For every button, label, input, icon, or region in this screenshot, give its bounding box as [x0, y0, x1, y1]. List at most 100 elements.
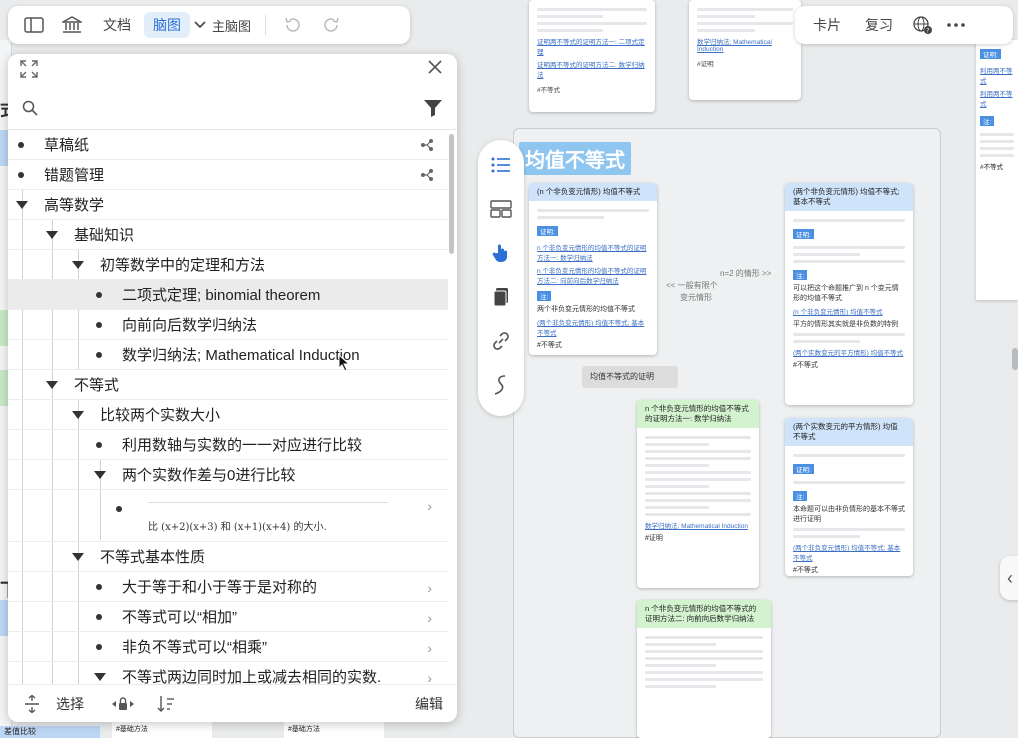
outline-item[interactable]: 数学归纳法; Mathematical Induction — [8, 340, 448, 370]
canvas-node-fragment[interactable]: #基础方法 — [112, 720, 212, 738]
math-card[interactable]: n 个非负变元情形的均值不等式的证明方法二: 向前向后数学归纳法 — [637, 600, 771, 738]
document-copy-icon[interactable] — [486, 282, 516, 312]
chevron-right-icon[interactable]: › — [427, 670, 432, 684]
collapse-triangle-icon[interactable] — [94, 470, 106, 479]
card-link[interactable]: n 个非负变元情形的均值不等式的证明方法二: 向前向后数学归纳法 — [537, 265, 649, 285]
svg-text:?: ? — [926, 28, 929, 35]
math-card[interactable]: (n 个非负变元情形) 均值不等式 证明: n 个非负变元情形的均值不等式的证明… — [529, 183, 657, 355]
outline-item[interactable]: 初等数学中的定理和方法 — [8, 250, 448, 280]
card-link[interactable]: 利用两不等式 — [980, 88, 1014, 108]
canvas-node-fragment[interactable]: 差值比较 — [0, 726, 100, 738]
collapse-triangle-icon[interactable] — [72, 552, 84, 561]
math-card[interactable]: (两个实数变元的平方情形) 均值不等式 证明: 注: 本命题可以由非负情形的基本… — [785, 418, 913, 576]
outline-panel: 草稿纸 错题管理 高等数学 基础知识 初等数学中的定理和方法 二项式定理; bi… — [8, 54, 457, 722]
redo-icon[interactable] — [318, 11, 346, 39]
collapse-triangle-icon[interactable] — [16, 200, 28, 209]
outline-item[interactable]: 不等式基本性质 — [8, 542, 448, 572]
side-card[interactable]: 证明: 利用两不等式 利用两不等式 注: #不等式 — [976, 40, 1018, 300]
sidebar-toggle-icon[interactable] — [18, 11, 50, 39]
card-link[interactable]: (两个非负变元情形) 均值不等式; 基本不等式 — [793, 542, 905, 562]
review-button[interactable]: 复习 — [853, 11, 905, 39]
edge-label: n=2 的情形 >> — [720, 269, 772, 278]
chevron-right-icon[interactable]: › — [427, 640, 432, 656]
outline-item[interactable]: 基础知识 — [8, 220, 448, 250]
freehand-draw-icon[interactable] — [486, 370, 516, 400]
math-card[interactable]: n 个非负变元情形的均值不等式的证明方法一: 数学归纳法 数学归纳法; Math… — [637, 400, 759, 588]
proof-node[interactable]: 均值不等式的证明 — [582, 366, 678, 388]
sort-icon[interactable] — [156, 694, 176, 714]
outline-item[interactable]: 不等式可以“相加” › — [8, 602, 448, 632]
canvas-scrollbar[interactable] — [1012, 348, 1018, 370]
math-card[interactable]: 数学归纳法; Mathematical Induction #证明 — [689, 0, 801, 100]
outline-item[interactable]: 不等式两边同时加上或减去相同的实数. › — [8, 662, 448, 684]
collapse-right-panel-button[interactable]: ‹ — [1000, 556, 1018, 600]
card-link[interactable]: (两个实数变元的平方情形) 均值不等式 — [793, 347, 905, 357]
card-tag: #不等式 — [980, 164, 1004, 171]
chevron-right-icon[interactable]: › — [427, 580, 432, 596]
outline-item-label: 基础知识 — [74, 227, 135, 244]
library-icon[interactable] — [56, 11, 88, 39]
collapse-triangle-icon[interactable] — [46, 230, 58, 239]
outline-item[interactable]: 不等式 — [8, 370, 448, 400]
expand-icon[interactable] — [20, 60, 38, 78]
undo-icon[interactable] — [278, 11, 306, 39]
bullet-icon — [18, 171, 24, 178]
filter-icon[interactable] — [423, 98, 443, 118]
document-tab[interactable]: 文档 — [94, 12, 140, 38]
more-options-icon[interactable] — [939, 11, 973, 39]
card-link[interactable]: 证明两不等式的证明方法二: 数学归纳法 — [537, 59, 647, 79]
branch-icon[interactable] — [420, 138, 434, 152]
outline-item[interactable]: 非负不等式可以“相乘” › — [8, 632, 448, 662]
edit-button[interactable]: 编辑 — [415, 694, 443, 714]
main-mindmap-dropdown[interactable]: 主脑图 — [194, 16, 251, 35]
group-title[interactable]: 均值不等式 — [519, 142, 631, 175]
toolbar-divider — [265, 15, 267, 35]
close-icon[interactable] — [425, 58, 445, 78]
card-link[interactable]: (两个非负变元情形) 均值不等式; 基本不等式 — [537, 317, 649, 337]
card-link[interactable]: 证明两不等式的证明方法一: 二项式定理 — [537, 36, 647, 56]
card-link[interactable]: n 个非负变元情形的均值不等式的证明方法一: 数学归纳法 — [537, 242, 649, 262]
expand-collapse-all-icon[interactable] — [22, 694, 42, 714]
outline-item[interactable]: 比较两个实数大小 — [8, 400, 448, 430]
outline-list-icon[interactable] — [486, 150, 516, 180]
card-tag: #不等式 — [793, 567, 818, 574]
note-label: 注: — [537, 291, 552, 301]
card-button[interactable]: 卡片 — [801, 11, 853, 39]
select-button[interactable]: 选择 — [56, 694, 84, 714]
search-input[interactable] — [48, 99, 423, 116]
card-tag: #基础方法 — [116, 726, 148, 733]
move-lock-icon[interactable] — [110, 694, 136, 714]
outline-item[interactable]: 大于等于和小于等于是对称的 › — [8, 572, 448, 602]
chevron-right-icon[interactable]: › — [427, 610, 432, 626]
card-link[interactable]: 数学归纳法; Mathematical Induction — [697, 36, 793, 53]
card-link[interactable]: 数学归纳法; Mathematical Induction — [645, 520, 751, 530]
outline-item[interactable]: 向前向后数学归纳法 — [8, 310, 448, 340]
card-link[interactable]: (n 个非负变元情形) 均值不等式 — [793, 306, 905, 316]
outline-item[interactable]: 草稿纸 — [8, 130, 448, 160]
outline-item[interactable]: 两个实数作差与0进行比较 — [8, 460, 448, 490]
web-help-icon[interactable]: ? — [905, 11, 939, 39]
chevron-right-icon[interactable]: › — [427, 498, 432, 514]
outline-item-selected[interactable]: 二项式定理; binomial theorem — [8, 280, 448, 310]
collapse-triangle-icon[interactable] — [72, 260, 84, 269]
math-card[interactable]: 证明两不等式的证明方法一: 二项式定理 证明两不等式的证明方法二: 数学归纳法 … — [529, 0, 655, 112]
outline-item[interactable]: 错题管理 — [8, 160, 448, 190]
proof-label: 证明: — [537, 226, 558, 236]
card-link[interactable]: 利用两不等式 — [980, 65, 1014, 85]
bullet-icon — [96, 351, 102, 358]
branch-icon[interactable] — [420, 168, 434, 182]
mindmap-tab[interactable]: 脑图 — [144, 12, 190, 38]
math-card[interactable]: (两个非负变元情形) 均值不等式; 基本不等式 证明: 注: 可以把这个命题推广… — [785, 183, 913, 405]
outline-item[interactable]: 利用数轴与实数的一一对应进行比较 — [8, 430, 448, 460]
collapse-triangle-icon[interactable] — [46, 380, 58, 389]
outline-item-formula[interactable]: 比 (x+2)(x+3) 和 (x+1)(x+4) 的大小. › — [8, 490, 448, 542]
outline-scrollbar[interactable] — [449, 134, 454, 254]
collapse-triangle-icon[interactable] — [94, 672, 106, 681]
outline-item[interactable]: 高等数学 — [8, 190, 448, 220]
collapse-triangle-icon[interactable] — [72, 410, 84, 419]
link-icon[interactable] — [486, 326, 516, 356]
formula-divider — [148, 502, 388, 503]
layout-icon[interactable] — [486, 194, 516, 224]
hand-pointer-icon[interactable] — [486, 238, 516, 268]
canvas-node-fragment[interactable]: #基础方法 — [284, 720, 384, 738]
